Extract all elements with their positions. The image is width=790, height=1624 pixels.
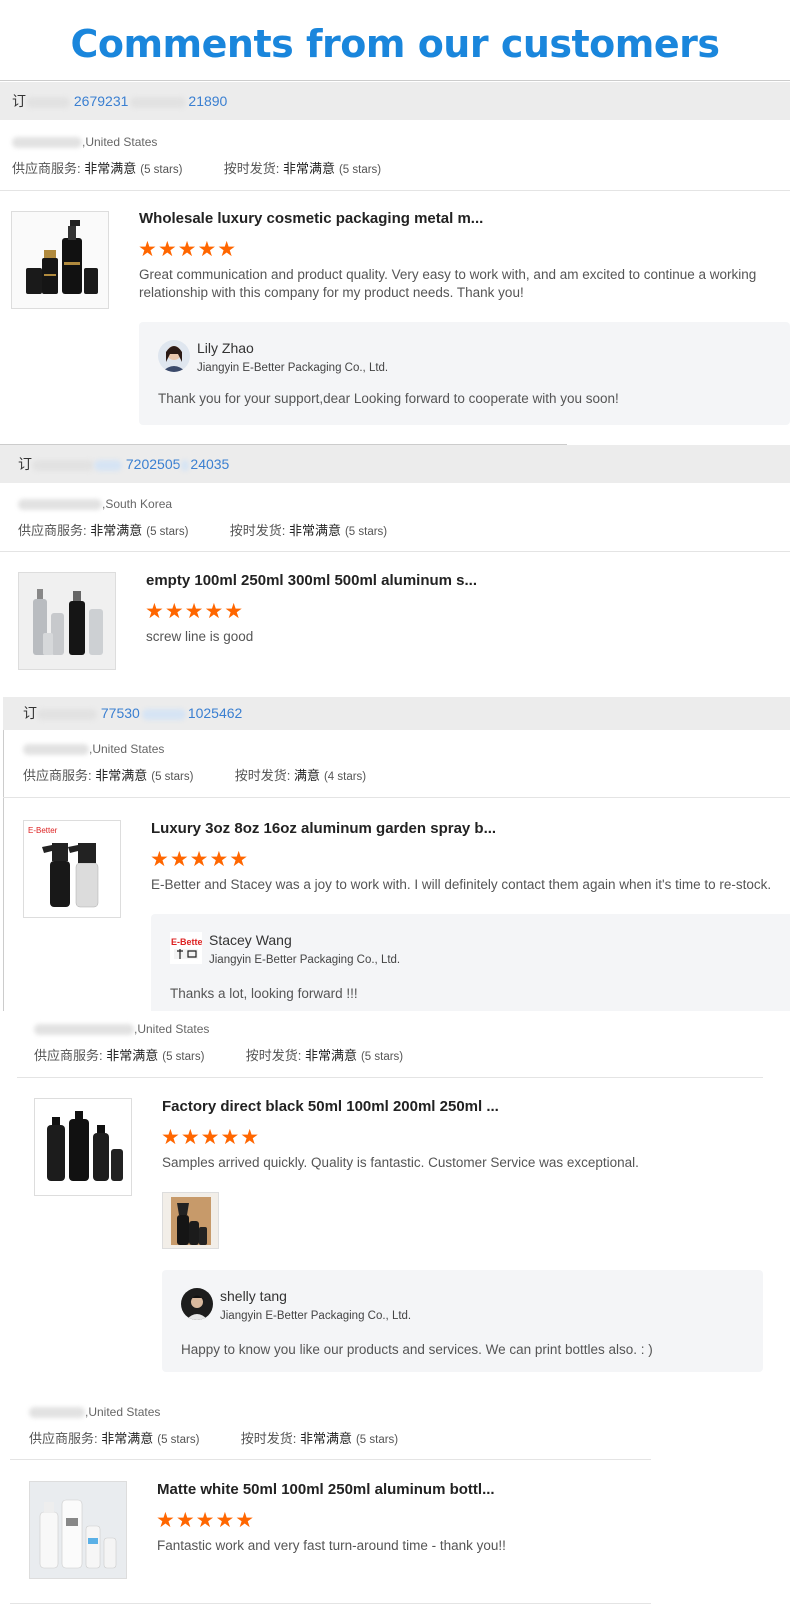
product-thumbnail[interactable]: [11, 211, 109, 309]
seller-ratings: 供应商服务: 非常满意 (5 stars) 按时发货: 非常满意 (5 stars): [29, 1431, 399, 1446]
divider: [17, 1077, 763, 1078]
order-bar: 订 7202505 24035: [0, 445, 790, 483]
redacted-text: [32, 459, 94, 471]
product-thumbnail[interactable]: [29, 1481, 127, 1579]
buyer-location: ,United States: [23, 742, 164, 756]
rating-stars: ★★★★★: [150, 848, 250, 871]
divider: [0, 551, 790, 552]
divider: [3, 797, 790, 798]
redacted-text: [23, 744, 89, 756]
redacted-text: [141, 708, 186, 720]
review-comment: Samples arrived quickly. Quality is fant…: [162, 1155, 639, 1170]
title-divider: [0, 80, 790, 81]
avatar: [158, 340, 190, 372]
buyer-location: ,South Korea: [18, 497, 172, 511]
reply-company: Jiangyin E-Better Packaging Co., Ltd.: [220, 1310, 412, 1322]
order-prefix: 订: [23, 705, 37, 721]
review-comment: Great communication and product quality.…: [139, 267, 757, 300]
reply-text: Thanks a lot, looking forward !!!: [170, 986, 358, 1001]
review-comment: E-Better and Stacey was a joy to work wi…: [151, 877, 772, 892]
product-thumbnail[interactable]: E-Better: [23, 820, 121, 918]
seller-reply: Lily Zhao Jiangyin E-Better Packaging Co…: [139, 322, 790, 425]
svg-text:E-Better: E-Better: [171, 937, 202, 947]
seller-ratings: 供应商服务: 非常满意 (5 stars) 按时发货: 非常满意 (5 stars): [34, 1048, 404, 1063]
product-thumbnail[interactable]: [34, 1098, 132, 1196]
reply-text: Thank you for your support,dear Looking …: [158, 391, 619, 406]
redacted-text: [94, 459, 122, 471]
frame-edge: [3, 697, 4, 1011]
redacted-text: [130, 96, 187, 108]
reply-text: Happy to know you like our products and …: [181, 1342, 653, 1357]
reply-author-name: shelly tang: [220, 1288, 287, 1304]
rating-stars: ★★★★★: [161, 1126, 261, 1149]
rating-stars: ★★★★★: [145, 600, 245, 623]
review-photo[interactable]: [162, 1192, 219, 1249]
seller-reply: shelly tang Jiangyin E-Better Packaging …: [162, 1270, 763, 1372]
redacted-text: [181, 459, 190, 471]
product-title-link[interactable]: Matte white 50ml 100ml 250ml aluminum bo…: [157, 1481, 495, 1498]
order-bar: 订 2679231 21890: [0, 82, 790, 120]
product-thumbnail[interactable]: [18, 572, 116, 670]
seller-ratings: 供应商服务: 非常满意 (5 stars) 按时发货: 非常满意 (5 stars): [12, 161, 382, 176]
product-title-link[interactable]: empty 100ml 250ml 300ml 500ml aluminum s…: [146, 572, 477, 589]
order-prefix: 订: [18, 456, 32, 472]
seller-reply: E-Better Stacey Wang Jiangyin E-Better P…: [151, 914, 790, 1011]
reply-author-name: Lily Zhao: [197, 340, 254, 356]
svg-text:E-Better: E-Better: [28, 826, 58, 835]
rating-stars: ★★★★★: [156, 1509, 256, 1532]
divider: [10, 1459, 651, 1460]
redacted-text: [12, 137, 82, 149]
seller-ratings: 供应商服务: 非常满意 (5 stars) 按时发货: 非常满意 (5 stars): [18, 523, 388, 538]
reply-author-name: Stacey Wang: [209, 932, 292, 948]
seller-ratings: 供应商服务: 非常满意 (5 stars) 按时发货: 满意 (4 stars): [23, 768, 367, 783]
redacted-text: [37, 708, 97, 720]
redacted-text: [29, 1407, 85, 1419]
product-title-link[interactable]: Factory direct black 50ml 100ml 200ml 25…: [162, 1098, 499, 1115]
order-bar: 订 77530 1025462: [3, 697, 790, 730]
reply-company: Jiangyin E-Better Packaging Co., Ltd.: [197, 362, 389, 374]
company-logo: E-Better: [170, 932, 202, 964]
rating-stars: ★★★★★: [138, 238, 238, 261]
redacted-text: [34, 1024, 134, 1036]
buyer-location: ,United States: [12, 135, 157, 149]
buyer-location: ,United States: [34, 1022, 209, 1036]
order-prefix: 订: [12, 93, 26, 109]
reply-company: Jiangyin E-Better Packaging Co., Ltd.: [209, 954, 401, 966]
buyer-location: ,United States: [29, 1405, 160, 1419]
review-comment: Fantastic work and very fast turn-around…: [157, 1538, 506, 1553]
divider: [0, 190, 790, 191]
redacted-text: [26, 96, 70, 108]
redacted-text: [18, 499, 102, 511]
review-comment: screw line is good: [146, 629, 254, 644]
divider: [10, 1603, 651, 1604]
product-title-link[interactable]: Luxury 3oz 8oz 16oz aluminum garden spra…: [151, 820, 496, 837]
product-title-link[interactable]: Wholesale luxury cosmetic packaging meta…: [139, 210, 483, 227]
order-number[interactable]: 2679231 21890: [74, 93, 227, 109]
order-number[interactable]: 7202505 24035: [126, 456, 229, 472]
avatar: [181, 1288, 213, 1320]
order-number[interactable]: 77530 1025462: [101, 705, 242, 721]
page-title: Comments from our customers: [70, 22, 720, 66]
